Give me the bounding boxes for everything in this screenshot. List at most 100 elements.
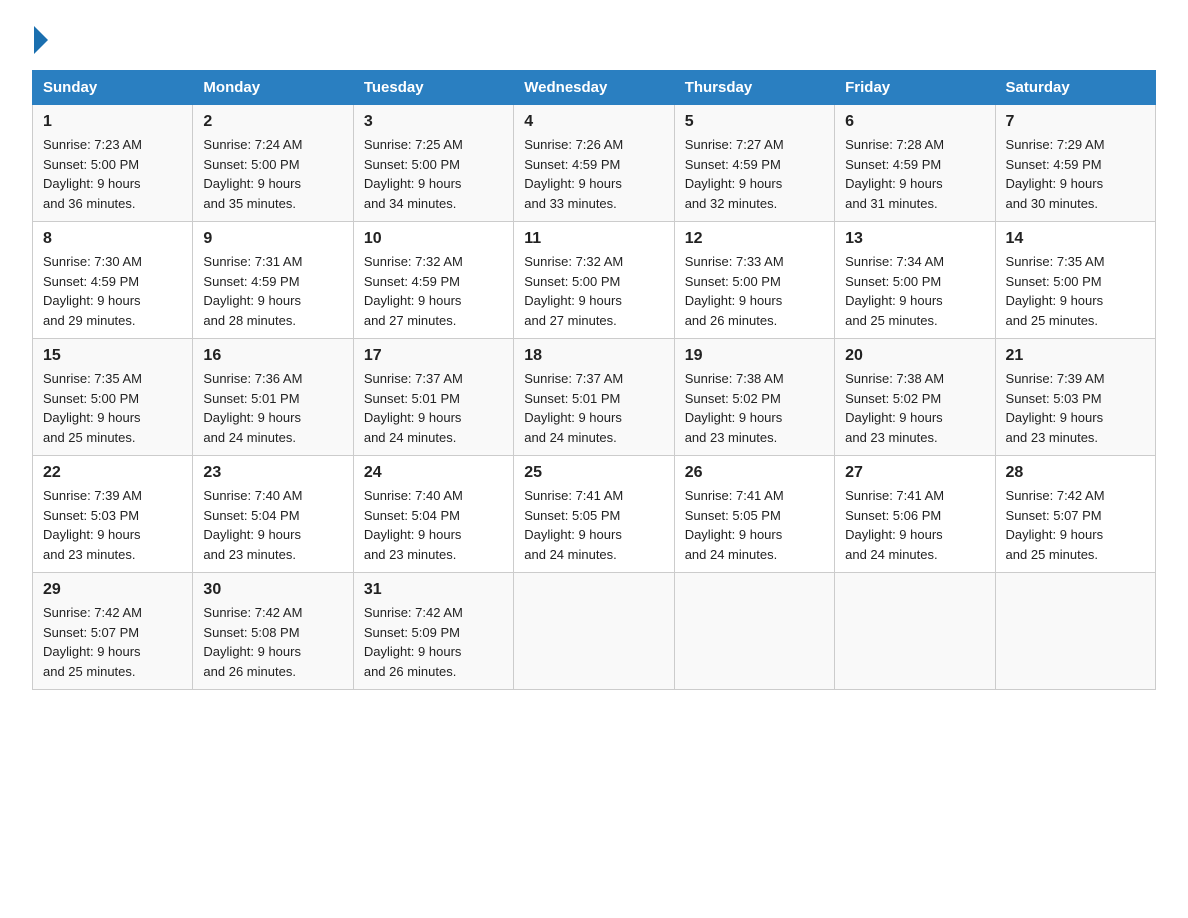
calendar-cell: 13 Sunrise: 7:34 AMSunset: 5:00 PMDayligh… xyxy=(835,222,995,339)
day-number: 9 xyxy=(203,230,342,248)
weekday-header-sunday: Sunday xyxy=(33,71,193,105)
day-number: 17 xyxy=(364,347,503,365)
weekday-header-friday: Friday xyxy=(835,71,995,105)
weekday-header-saturday: Saturday xyxy=(995,71,1155,105)
day-info: Sunrise: 7:27 AMSunset: 4:59 PMDaylight:… xyxy=(685,135,824,213)
calendar-cell: 16 Sunrise: 7:36 AMSunset: 5:01 PMDayligh… xyxy=(193,339,353,456)
day-info: Sunrise: 7:41 AMSunset: 5:05 PMDaylight:… xyxy=(685,486,824,564)
calendar-cell: 1Sunrise: 7:23 AMSunset: 5:00 PMDaylight… xyxy=(33,105,193,222)
day-number: 25 xyxy=(524,464,663,482)
day-info: Sunrise: 7:24 AMSunset: 5:00 PMDaylight:… xyxy=(203,135,342,213)
calendar-cell: 9 Sunrise: 7:31 AMSunset: 4:59 PMDaylight… xyxy=(193,222,353,339)
day-info: Sunrise: 7:38 AMSunset: 5:02 PMDaylight:… xyxy=(685,369,824,447)
day-number: 11 xyxy=(524,230,663,248)
calendar-cell: 5 Sunrise: 7:27 AMSunset: 4:59 PMDaylight… xyxy=(674,105,834,222)
day-number: 27 xyxy=(845,464,984,482)
day-number: 10 xyxy=(364,230,503,248)
day-info: Sunrise: 7:31 AMSunset: 4:59 PMDaylight:… xyxy=(203,252,342,330)
day-number: 23 xyxy=(203,464,342,482)
calendar-cell xyxy=(674,573,834,690)
day-number: 4 xyxy=(524,113,663,131)
day-number: 12 xyxy=(685,230,824,248)
calendar-header-row: SundayMondayTuesdayWednesdayThursdayFrid… xyxy=(33,71,1156,105)
calendar-cell: 24 Sunrise: 7:40 AMSunset: 5:04 PMDayligh… xyxy=(353,456,513,573)
calendar-cell: 21Sunrise: 7:39 AMSunset: 5:03 PMDayligh… xyxy=(995,339,1155,456)
day-info: Sunrise: 7:36 AMSunset: 5:01 PMDaylight:… xyxy=(203,369,342,447)
day-number: 14 xyxy=(1006,230,1145,248)
day-number: 19 xyxy=(685,347,824,365)
day-info: Sunrise: 7:34 AMSunset: 5:00 PMDaylight:… xyxy=(845,252,984,330)
calendar-cell: 23Sunrise: 7:40 AMSunset: 5:04 PMDayligh… xyxy=(193,456,353,573)
day-info: Sunrise: 7:25 AMSunset: 5:00 PMDaylight:… xyxy=(364,135,503,213)
calendar-cell: 22 Sunrise: 7:39 AMSunset: 5:03 PMDayligh… xyxy=(33,456,193,573)
calendar-cell xyxy=(835,573,995,690)
day-info: Sunrise: 7:33 AMSunset: 5:00 PMDaylight:… xyxy=(685,252,824,330)
calendar-cell: 18 Sunrise: 7:37 AMSunset: 5:01 PMDayligh… xyxy=(514,339,674,456)
calendar-cell: 7 Sunrise: 7:29 AMSunset: 4:59 PMDaylight… xyxy=(995,105,1155,222)
day-number: 8 xyxy=(43,230,182,248)
calendar-cell: 31 Sunrise: 7:42 AMSunset: 5:09 PMDayligh… xyxy=(353,573,513,690)
day-info: Sunrise: 7:37 AMSunset: 5:01 PMDaylight:… xyxy=(524,369,663,447)
day-info: Sunrise: 7:39 AMSunset: 5:03 PMDaylight:… xyxy=(1006,369,1145,447)
calendar-cell: 8 Sunrise: 7:30 AMSunset: 4:59 PMDaylight… xyxy=(33,222,193,339)
day-info: Sunrise: 7:41 AMSunset: 5:05 PMDaylight:… xyxy=(524,486,663,564)
day-info: Sunrise: 7:39 AMSunset: 5:03 PMDaylight:… xyxy=(43,486,182,564)
calendar-week-row: 15Sunrise: 7:35 AMSunset: 5:00 PMDayligh… xyxy=(33,339,1156,456)
calendar-cell: 14Sunrise: 7:35 AMSunset: 5:00 PMDayligh… xyxy=(995,222,1155,339)
day-info: Sunrise: 7:26 AMSunset: 4:59 PMDaylight:… xyxy=(524,135,663,213)
calendar-cell: 12 Sunrise: 7:33 AMSunset: 5:00 PMDayligh… xyxy=(674,222,834,339)
logo xyxy=(32,24,48,50)
calendar-cell: 15Sunrise: 7:35 AMSunset: 5:00 PMDayligh… xyxy=(33,339,193,456)
day-number: 6 xyxy=(845,113,984,131)
calendar-table: SundayMondayTuesdayWednesdayThursdayFrid… xyxy=(32,70,1156,690)
calendar-cell: 20 Sunrise: 7:38 AMSunset: 5:02 PMDayligh… xyxy=(835,339,995,456)
calendar-cell xyxy=(995,573,1155,690)
day-info: Sunrise: 7:32 AMSunset: 5:00 PMDaylight:… xyxy=(524,252,663,330)
weekday-header-tuesday: Tuesday xyxy=(353,71,513,105)
day-info: Sunrise: 7:42 AMSunset: 5:09 PMDaylight:… xyxy=(364,603,503,681)
calendar-cell: 6 Sunrise: 7:28 AMSunset: 4:59 PMDaylight… xyxy=(835,105,995,222)
day-info: Sunrise: 7:30 AMSunset: 4:59 PMDaylight:… xyxy=(43,252,182,330)
weekday-header-wednesday: Wednesday xyxy=(514,71,674,105)
calendar-cell: 4 Sunrise: 7:26 AMSunset: 4:59 PMDaylight… xyxy=(514,105,674,222)
day-info: Sunrise: 7:38 AMSunset: 5:02 PMDaylight:… xyxy=(845,369,984,447)
calendar-cell: 29Sunrise: 7:42 AMSunset: 5:07 PMDayligh… xyxy=(33,573,193,690)
day-info: Sunrise: 7:29 AMSunset: 4:59 PMDaylight:… xyxy=(1006,135,1145,213)
day-number: 22 xyxy=(43,464,182,482)
day-number: 30 xyxy=(203,581,342,599)
calendar-cell: 27 Sunrise: 7:41 AMSunset: 5:06 PMDayligh… xyxy=(835,456,995,573)
day-info: Sunrise: 7:32 AMSunset: 4:59 PMDaylight:… xyxy=(364,252,503,330)
day-number: 29 xyxy=(43,581,182,599)
day-info: Sunrise: 7:42 AMSunset: 5:07 PMDaylight:… xyxy=(1006,486,1145,564)
day-number: 26 xyxy=(685,464,824,482)
day-number: 16 xyxy=(203,347,342,365)
calendar-cell: 2 Sunrise: 7:24 AMSunset: 5:00 PMDaylight… xyxy=(193,105,353,222)
day-info: Sunrise: 7:28 AMSunset: 4:59 PMDaylight:… xyxy=(845,135,984,213)
calendar-cell: 25 Sunrise: 7:41 AMSunset: 5:05 PMDayligh… xyxy=(514,456,674,573)
calendar-week-row: 29Sunrise: 7:42 AMSunset: 5:07 PMDayligh… xyxy=(33,573,1156,690)
calendar-week-row: 8 Sunrise: 7:30 AMSunset: 4:59 PMDaylight… xyxy=(33,222,1156,339)
day-number: 31 xyxy=(364,581,503,599)
day-number: 24 xyxy=(364,464,503,482)
calendar-cell: 26 Sunrise: 7:41 AMSunset: 5:05 PMDayligh… xyxy=(674,456,834,573)
calendar-week-row: 1Sunrise: 7:23 AMSunset: 5:00 PMDaylight… xyxy=(33,105,1156,222)
calendar-cell: 11 Sunrise: 7:32 AMSunset: 5:00 PMDayligh… xyxy=(514,222,674,339)
day-info: Sunrise: 7:42 AMSunset: 5:08 PMDaylight:… xyxy=(203,603,342,681)
day-number: 18 xyxy=(524,347,663,365)
weekday-header-monday: Monday xyxy=(193,71,353,105)
day-info: Sunrise: 7:41 AMSunset: 5:06 PMDaylight:… xyxy=(845,486,984,564)
day-number: 2 xyxy=(203,113,342,131)
day-info: Sunrise: 7:37 AMSunset: 5:01 PMDaylight:… xyxy=(364,369,503,447)
day-info: Sunrise: 7:40 AMSunset: 5:04 PMDaylight:… xyxy=(364,486,503,564)
calendar-cell: 28Sunrise: 7:42 AMSunset: 5:07 PMDayligh… xyxy=(995,456,1155,573)
calendar-cell: 30 Sunrise: 7:42 AMSunset: 5:08 PMDayligh… xyxy=(193,573,353,690)
day-number: 5 xyxy=(685,113,824,131)
day-number: 7 xyxy=(1006,113,1145,131)
day-number: 13 xyxy=(845,230,984,248)
weekday-header-thursday: Thursday xyxy=(674,71,834,105)
day-info: Sunrise: 7:35 AMSunset: 5:00 PMDaylight:… xyxy=(43,369,182,447)
calendar-week-row: 22 Sunrise: 7:39 AMSunset: 5:03 PMDayligh… xyxy=(33,456,1156,573)
day-number: 20 xyxy=(845,347,984,365)
calendar-cell: 17 Sunrise: 7:37 AMSunset: 5:01 PMDayligh… xyxy=(353,339,513,456)
calendar-cell xyxy=(514,573,674,690)
